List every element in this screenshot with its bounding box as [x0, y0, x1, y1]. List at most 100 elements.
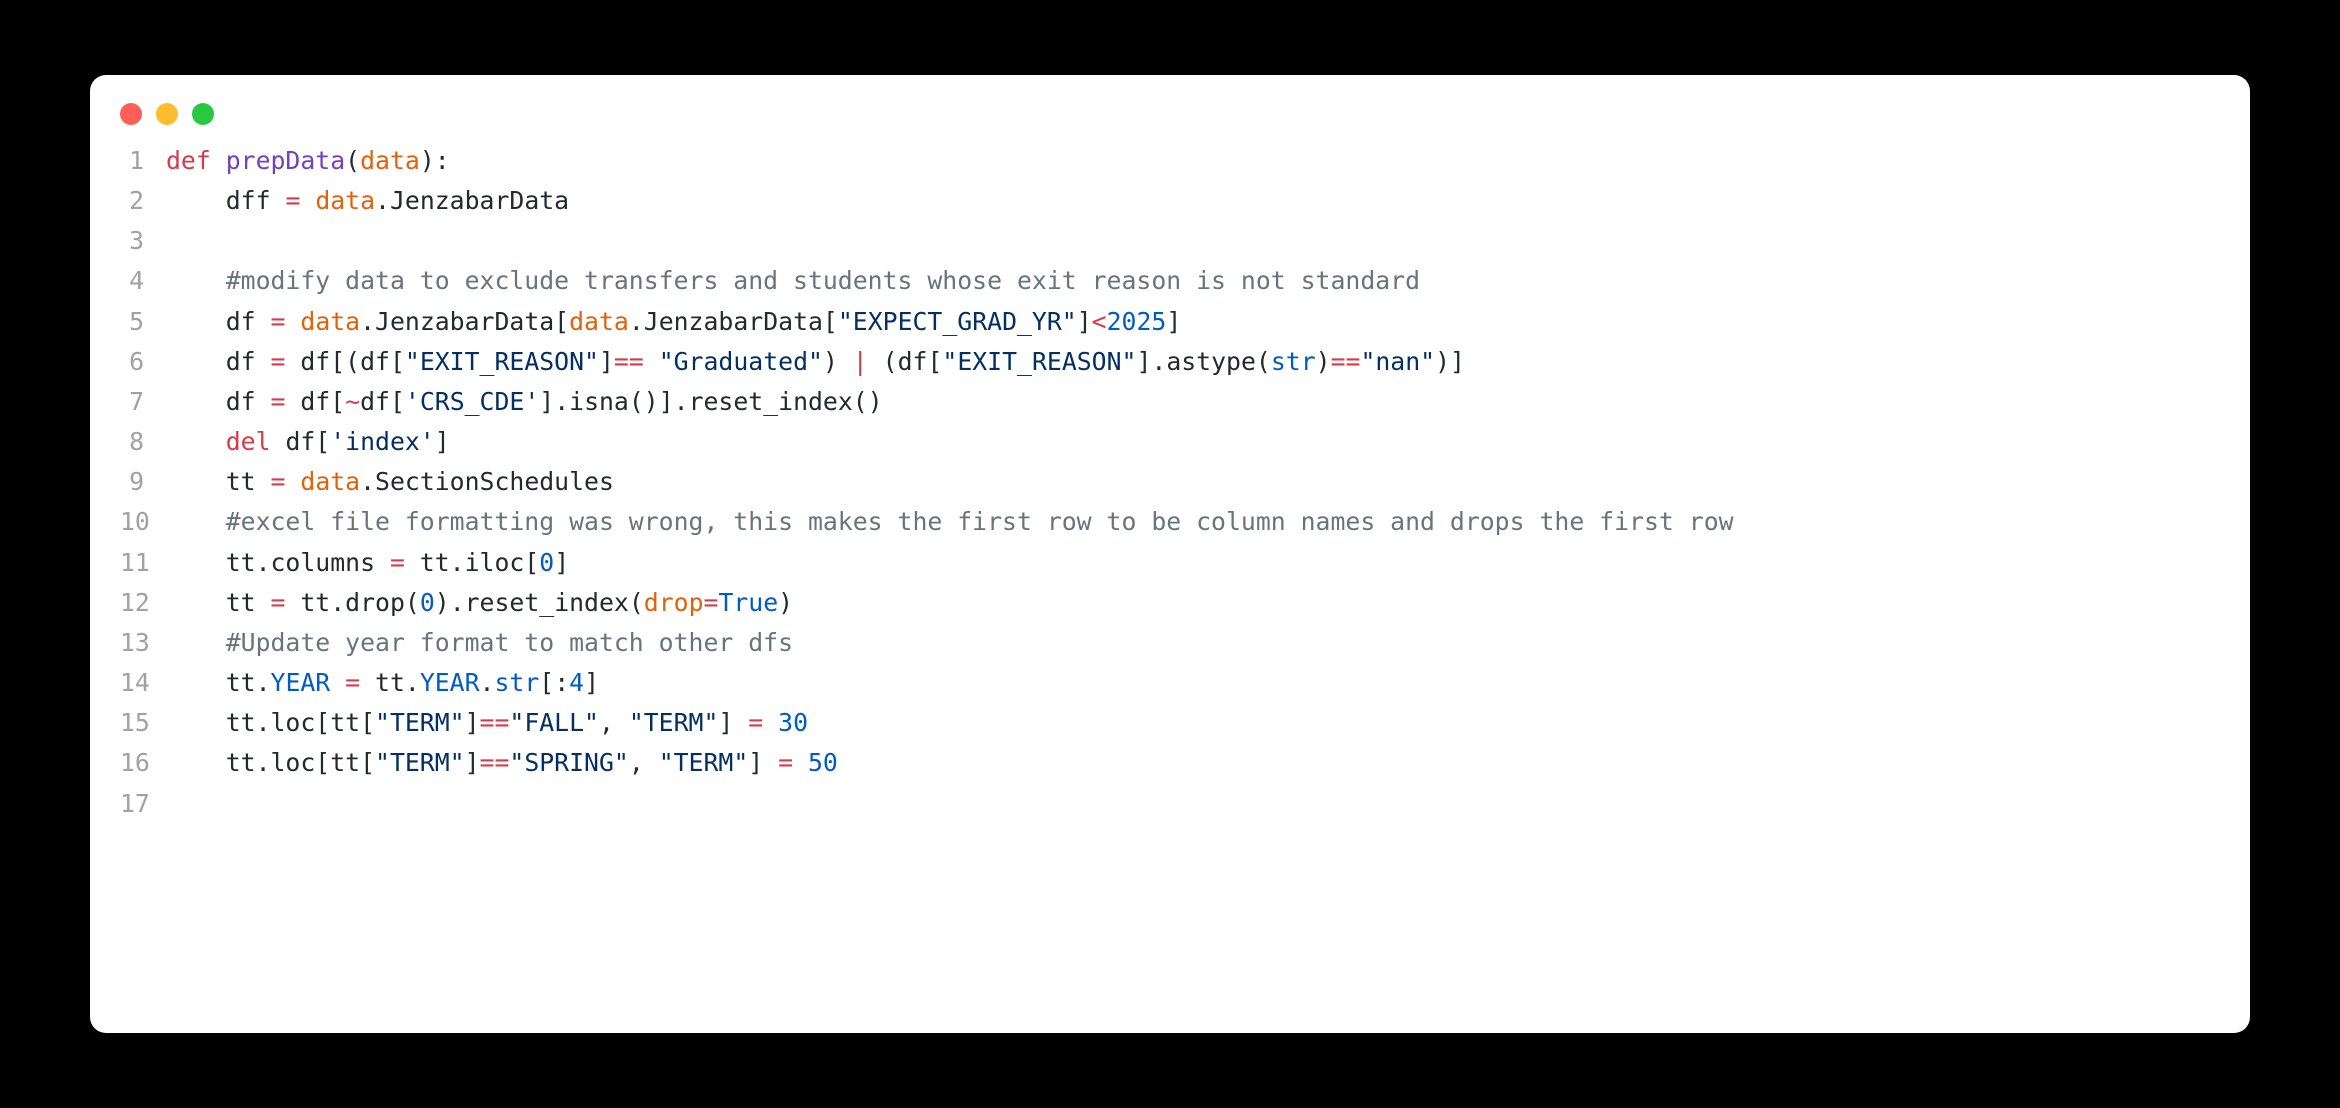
- line-number: 4: [120, 261, 166, 301]
- code-token: tt.loc[tt[: [166, 708, 375, 737]
- code-token: ]: [435, 427, 450, 456]
- code-token: .JenzabarData[: [360, 307, 569, 336]
- code-token: 'CRS_CDE': [405, 387, 539, 416]
- code-token: =: [778, 748, 793, 777]
- code-token: [166, 628, 226, 657]
- code-token: #modify data to exclude transfers and st…: [226, 266, 1420, 295]
- code-token: "TERM": [375, 748, 465, 777]
- code-token: "EXPECT_GRAD_YR": [838, 307, 1077, 336]
- code-token: drop: [644, 588, 704, 617]
- code-token: YEAR: [271, 668, 331, 697]
- code-token: =: [271, 588, 286, 617]
- code-token: ]: [1166, 307, 1181, 336]
- line-number: 15: [120, 703, 166, 743]
- code-token: "FALL": [509, 708, 599, 737]
- line-number: 11: [120, 543, 166, 583]
- code-token: (: [345, 146, 360, 175]
- line-number: 12: [120, 583, 166, 623]
- code-line: 16 tt.loc[tt["TERM"]=="SPRING", "TERM"] …: [120, 743, 2220, 783]
- code-line: 10 #excel file formatting was wrong, thi…: [120, 502, 2220, 542]
- zoom-icon[interactable]: [192, 103, 214, 125]
- code-token: "SPRING": [509, 748, 628, 777]
- code-token: ].isna()].reset_index(): [539, 387, 882, 416]
- line-number: 6: [120, 342, 166, 382]
- code-token: [330, 668, 345, 697]
- code-token: df: [166, 347, 271, 376]
- code-line: 4 #modify data to exclude transfers and …: [120, 261, 2220, 301]
- code-token: "EXIT_REASON": [942, 347, 1136, 376]
- code-token: =: [748, 708, 763, 737]
- line-number: 10: [120, 502, 166, 542]
- code-token: .JenzabarData: [375, 186, 569, 215]
- line-number: 3: [120, 221, 166, 261]
- code-token: .SectionSchedules: [360, 467, 614, 496]
- code-token: ]: [599, 347, 614, 376]
- code-token: tt.drop(: [285, 588, 419, 617]
- code-line: 11 tt.columns = tt.iloc[0]: [120, 543, 2220, 583]
- code-token: df: [166, 307, 271, 336]
- code-window: 1def prepData(data):2 dff = data.Jenzaba…: [90, 75, 2250, 1033]
- code-token: 30: [778, 708, 808, 737]
- code-token: "TERM": [629, 708, 719, 737]
- code-token: df[(df[: [285, 347, 404, 376]
- code-token: str: [1271, 347, 1316, 376]
- code-token: tt.: [166, 668, 271, 697]
- line-content: df = df[~df['CRS_CDE'].isna()].reset_ind…: [166, 382, 2220, 422]
- code-token: =: [285, 186, 300, 215]
- code-token: ]: [465, 748, 480, 777]
- code-token: data: [300, 467, 360, 496]
- code-token: ,: [599, 708, 629, 737]
- code-line: 13 #Update year format to match other df…: [120, 623, 2220, 663]
- code-token: ==: [1331, 347, 1361, 376]
- code-token: ]: [554, 548, 569, 577]
- line-content: tt = tt.drop(0).reset_index(drop=True): [166, 583, 2220, 623]
- code-token: [793, 748, 808, 777]
- code-token: "TERM": [375, 708, 465, 737]
- line-content: dff = data.JenzabarData: [166, 181, 2220, 221]
- code-token: ]: [465, 708, 480, 737]
- code-token: [285, 307, 300, 336]
- code-token: "Graduated": [659, 347, 823, 376]
- code-token: [166, 266, 226, 295]
- code-line: 9 tt = data.SectionSchedules: [120, 462, 2220, 502]
- code-token: =: [271, 387, 286, 416]
- line-content: #excel file formatting was wrong, this m…: [166, 502, 2220, 542]
- code-token: 0: [420, 588, 435, 617]
- code-token: [:: [539, 668, 569, 697]
- code-editor[interactable]: 1def prepData(data):2 dff = data.Jenzaba…: [90, 135, 2250, 854]
- line-number: 17: [120, 784, 166, 824]
- code-token: [644, 347, 659, 376]
- code-token: ]: [584, 668, 599, 697]
- code-token: data: [315, 186, 375, 215]
- code-token: (df[: [868, 347, 943, 376]
- code-line: 5 df = data.JenzabarData[data.JenzabarDa…: [120, 302, 2220, 342]
- code-token: =: [390, 548, 405, 577]
- code-token: |: [853, 347, 868, 376]
- line-number: 5: [120, 302, 166, 342]
- code-token: ,: [629, 748, 659, 777]
- code-token: df[: [360, 387, 405, 416]
- code-token: =: [271, 347, 286, 376]
- line-number: 9: [120, 462, 166, 502]
- code-token: )]: [1435, 347, 1465, 376]
- code-token: ).reset_index(: [435, 588, 644, 617]
- code-token: 0: [539, 548, 554, 577]
- code-line: 15 tt.loc[tt["TERM"]=="FALL", "TERM"] = …: [120, 703, 2220, 743]
- minimize-icon[interactable]: [156, 103, 178, 125]
- line-content: #Update year format to match other dfs: [166, 623, 2220, 663]
- code-token: ]: [718, 708, 748, 737]
- code-token: ):: [420, 146, 450, 175]
- code-line: 3: [120, 221, 2220, 261]
- code-token: tt.columns: [166, 548, 390, 577]
- code-line: 14 tt.YEAR = tt.YEAR.str[:4]: [120, 663, 2220, 703]
- code-token: [763, 708, 778, 737]
- code-line: 6 df = df[(df[ "EXIT_REASON"] == "Graduate…: [120, 342, 2220, 382]
- code-token: data: [569, 307, 629, 336]
- line-content: tt.columns = tt.iloc[0]: [166, 543, 2220, 583]
- line-content: df = data.JenzabarData[data.JenzabarData…: [166, 302, 2220, 342]
- line-content: [166, 784, 2220, 824]
- code-token: #excel file formatting was wrong, this m…: [226, 507, 1734, 536]
- code-token: df: [166, 387, 271, 416]
- close-icon[interactable]: [120, 103, 142, 125]
- line-number: 16: [120, 743, 166, 783]
